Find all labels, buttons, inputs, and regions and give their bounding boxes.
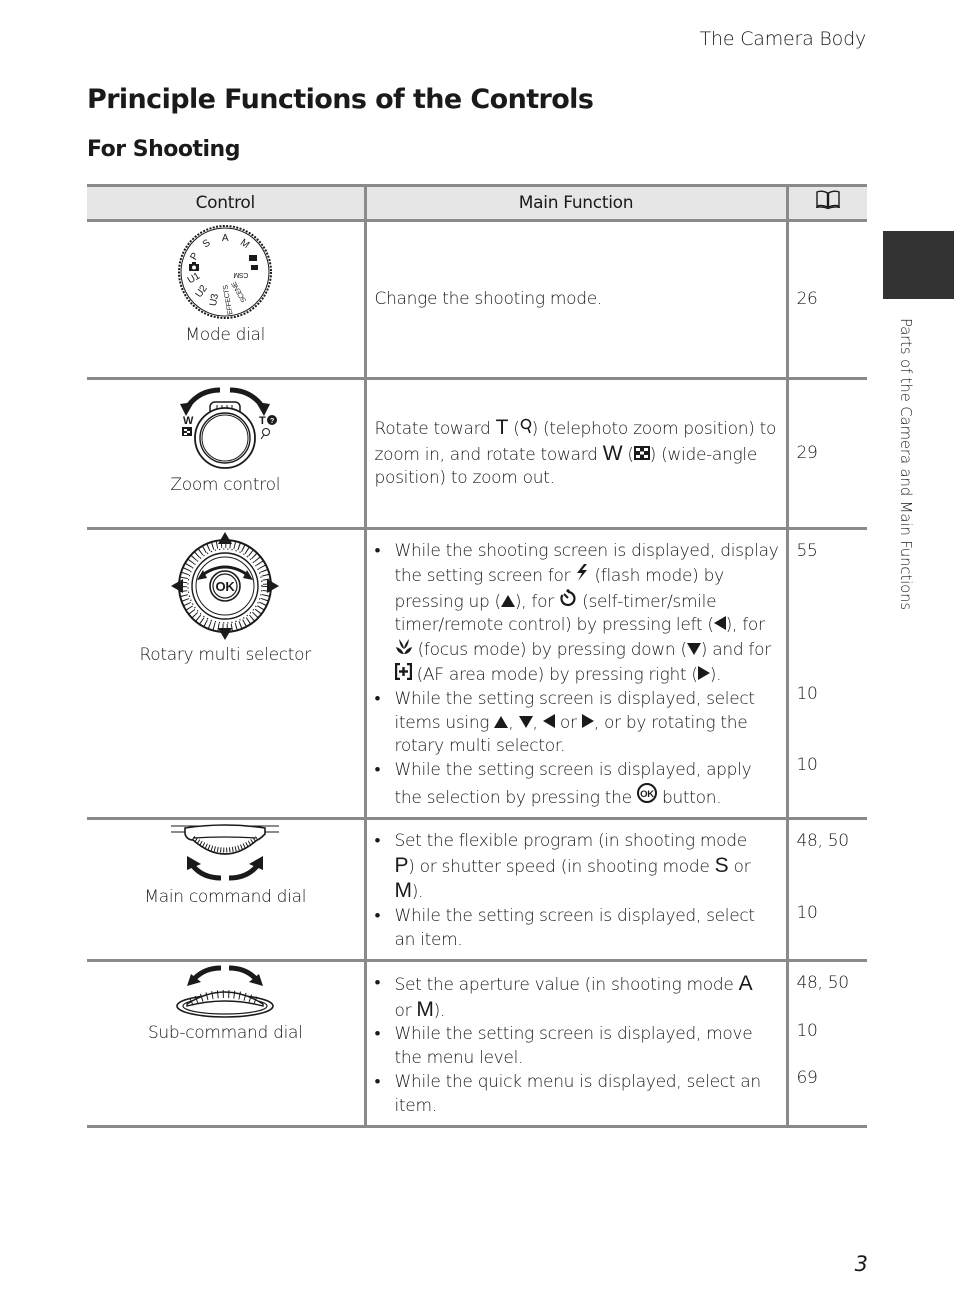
af-area-icon [394,662,412,680]
svg-text:OK: OK [640,789,654,800]
zoom-control-icon: W T ? [180,387,278,469]
wide-label: W [183,415,194,427]
table-row: Main command dial Set the flexible progr… [87,816,867,962]
page-number: 3 [854,1252,868,1276]
running-head: The Camera Body [699,28,867,50]
book-icon [815,190,840,210]
table-row: OK Rotary multi selector While the shoot… [87,527,867,820]
control-cell: Sub-command dial [87,958,367,1128]
magnifier-icon [520,418,531,434]
down-triangle-icon [518,715,533,728]
page-reference[interactable]: 10 [797,754,864,778]
svg-text:A: A [222,233,229,244]
function-item: While the quick menu is displayed, selec… [375,1071,780,1119]
mode-p-symbol: P [394,853,409,877]
rotary-multi-selector-icon: OK [171,532,280,640]
control-cell: W T ? Zoom control [87,377,367,530]
column-header-control: Control [87,184,367,222]
function-item: While the setting screen is displayed, s… [375,905,780,953]
self-timer-icon [560,588,576,606]
right-triangle-icon [581,713,594,728]
column-header-main-function: Main Function [363,184,789,222]
reference-cell: 48, 50 10 [785,816,867,962]
up-triangle-icon [500,594,515,607]
function-list: Set the aperture value (in shooting mode… [375,972,780,1119]
control-name: Mode dial [185,325,266,345]
tele-label: T [259,415,266,427]
function-list: While the shooting screen is displayed, … [375,540,780,811]
left-triangle-icon [713,616,726,631]
function-item: While the setting screen is displayed, a… [375,759,780,811]
section-title: For Shooting [87,137,240,162]
page-title: Principle Functions of the Controls [87,84,594,115]
svg-text:?: ? [270,418,274,425]
control-cell: P S A M CSM SCENE EFFECTS U3 U2 U1 Mode … [87,219,367,380]
control-name: Zoom control [170,475,281,495]
table-header-row: Control Main Function [87,184,867,222]
table-row: W T ? Zoom control Rotate toward T () (t… [87,377,867,530]
svg-text:CSM: CSM [233,271,248,278]
right-triangle-icon [697,665,710,680]
control-name: Sub-command dial [147,1022,303,1043]
ok-label: OK [216,579,236,594]
reference-cell: 29 [785,377,867,530]
up-arrow-icon [218,532,233,544]
function-item: While the shooting screen is displayed, … [375,540,780,688]
left-triangle-icon [542,713,555,728]
function-cell: Change the shooting mode. [363,219,789,380]
control-cell: Main command dial [87,816,367,962]
function-cell: While the shooting screen is displayed, … [363,527,789,820]
reference-cell: 26 [785,219,867,380]
macro-flower-icon [395,639,412,655]
page-reference[interactable]: 48, 50 [797,972,864,996]
main-command-dial-icon [171,824,280,881]
function-item: While the setting screen is displayed, s… [375,688,780,759]
function-cell: Rotate toward T () (telephoto zoom posit… [363,377,789,530]
down-arrow-icon [218,628,233,640]
controls-table: Control Main Function P S A M CSM SCENE … [87,184,867,1128]
control-name: Main command dial [144,886,307,907]
page-reference[interactable]: 55 [797,540,864,564]
control-cell: OK Rotary multi selector [87,527,367,820]
reference-cell: 55 10 10 [785,527,867,820]
flash-icon [577,563,588,581]
page-reference[interactable]: 10 [797,683,864,707]
side-tab-label: Parts of the Camera and Main Functions [897,318,915,611]
function-item: While the setting screen is displayed, m… [375,1023,780,1071]
page-reference[interactable]: 29 [797,442,864,466]
column-header-reference [785,184,867,222]
page-reference[interactable]: 10 [797,902,864,926]
page-reference[interactable]: 26 [797,288,864,312]
reference-cell: 48, 50 10 69 [785,958,867,1128]
page-reference[interactable]: 48, 50 [797,830,864,854]
function-cell: Set the aperture value (in shooting mode… [363,958,789,1128]
thumbnail-icon [633,445,650,460]
function-item: Set the aperture value (in shooting mode… [375,972,780,1024]
table-row: P S A M CSM SCENE EFFECTS U3 U2 U1 Mode … [87,219,867,380]
left-arrow-icon [171,579,184,593]
page-reference[interactable]: 69 [797,1067,864,1091]
wide-symbol: W [602,441,623,465]
down-triangle-icon [686,643,701,656]
function-item: Set the flexible program (in shooting mo… [375,830,780,905]
mode-a-symbol: A [738,971,753,995]
side-tab [883,231,954,299]
mode-m-symbol: M [394,879,413,903]
mode-m-symbol: M [416,997,434,1021]
function-cell: Set the flexible program (in shooting mo… [363,816,789,962]
control-name: Rotary multi selector [139,645,312,665]
up-triangle-icon [494,715,509,728]
mode-s-symbol: S [714,853,729,877]
table-row: Sub-command dial Set the aperture value … [87,958,867,1128]
ok-button-icon: OK [636,782,657,803]
sub-command-dial-icon [176,965,275,1018]
page-reference[interactable]: 10 [797,1020,864,1044]
right-arrow-icon [267,579,280,593]
mode-dial-icon: P S A M CSM SCENE EFFECTS U3 U2 U1 [178,225,273,319]
tele-symbol: T [495,415,509,439]
function-list: Set the flexible program (in shooting mo… [375,830,780,953]
